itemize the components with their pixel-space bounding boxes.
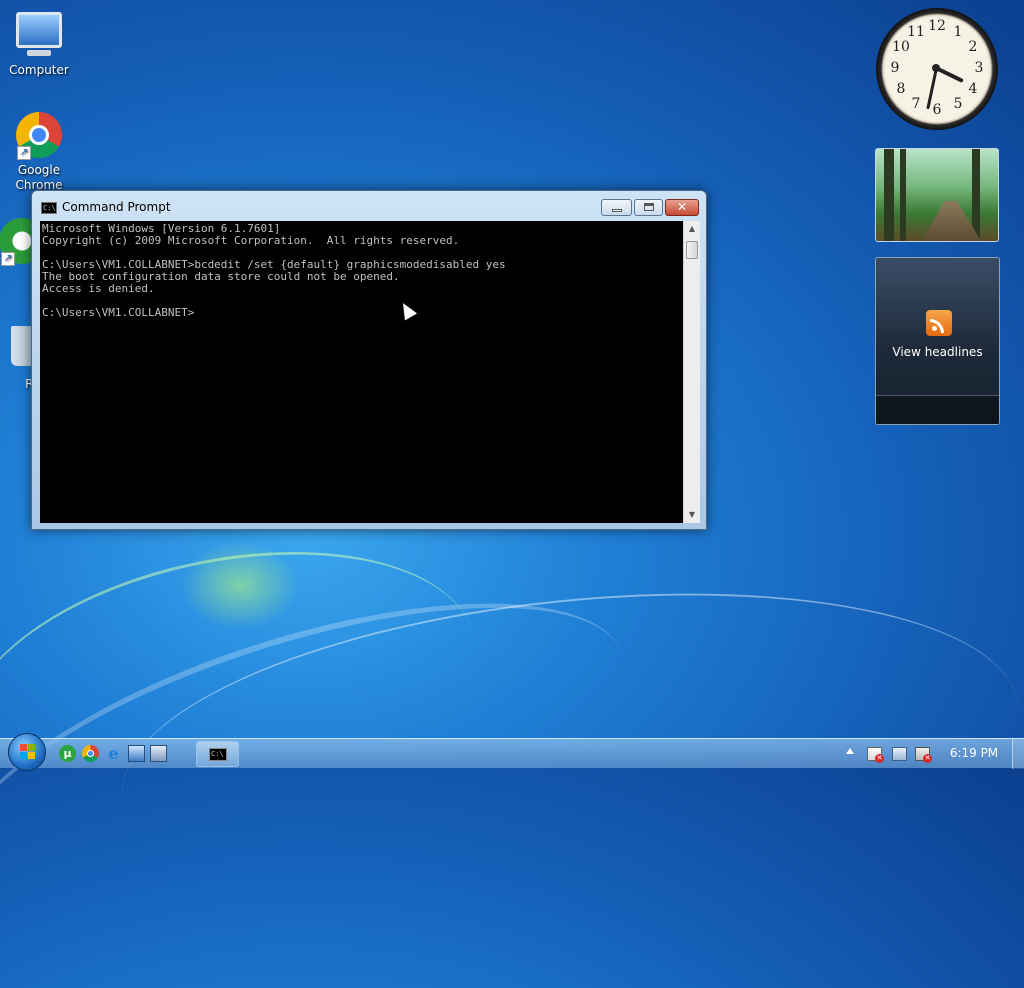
volume-icon[interactable]: ✕ bbox=[915, 747, 932, 763]
feed-headlines-gadget[interactable]: View headlines bbox=[875, 257, 1000, 425]
cmd-icon: C:\ bbox=[41, 202, 57, 214]
scroll-down-icon[interactable]: ▼ bbox=[684, 507, 700, 523]
utorrent-icon[interactable]: µ bbox=[59, 745, 76, 762]
rss-icon bbox=[926, 310, 952, 336]
vertical-scrollbar[interactable]: ▲ ▼ bbox=[683, 221, 700, 523]
desktop-icon-google-chrome[interactable]: ↗ Google Chrome bbox=[4, 112, 74, 193]
minimize-icon bbox=[612, 209, 622, 212]
forest-image bbox=[972, 149, 980, 241]
minimize-button[interactable] bbox=[601, 199, 632, 216]
clock-numeral: 10 bbox=[892, 39, 910, 55]
clock-numeral: 9 bbox=[890, 60, 900, 76]
desktop-icon-label: Computer bbox=[9, 63, 69, 77]
slideshow-gadget[interactable] bbox=[875, 148, 999, 242]
show-hidden-icons-icon[interactable] bbox=[846, 748, 854, 754]
cmd-icon: C:\ bbox=[209, 748, 227, 761]
remote-desktop-icon[interactable] bbox=[150, 745, 167, 762]
clock-numeral: 11 bbox=[907, 24, 925, 40]
gadget-footer bbox=[876, 395, 999, 424]
computer-icon bbox=[15, 12, 63, 60]
start-button[interactable] bbox=[8, 733, 46, 771]
clock-numeral: 8 bbox=[896, 81, 906, 97]
scroll-up-icon[interactable]: ▲ bbox=[684, 221, 700, 237]
forest-image bbox=[884, 149, 894, 241]
window-title: Command Prompt bbox=[62, 200, 171, 214]
close-icon: ✕ bbox=[676, 200, 688, 214]
maximize-icon bbox=[644, 203, 654, 211]
windows-explorer-icon[interactable] bbox=[128, 745, 145, 762]
clock-numeral: 7 bbox=[911, 96, 921, 112]
clock-gadget[interactable]: 12 1 2 3 4 5 6 7 8 9 10 11 bbox=[876, 8, 998, 130]
forest-image bbox=[900, 149, 906, 241]
chrome-icon: ↗ bbox=[15, 112, 63, 160]
clock-numeral: 12 bbox=[928, 18, 946, 34]
clock-numeral: 3 bbox=[974, 60, 984, 76]
window-titlebar[interactable]: C:\ Command Prompt ✕ bbox=[32, 191, 706, 221]
clock-numeral: 1 bbox=[953, 24, 963, 40]
network-icon[interactable] bbox=[892, 747, 907, 761]
close-button[interactable]: ✕ bbox=[665, 199, 699, 216]
action-center-icon[interactable]: ✕ bbox=[867, 747, 884, 763]
view-headlines-link[interactable]: View headlines bbox=[876, 345, 999, 359]
shortcut-arrow-icon: ↗ bbox=[17, 146, 31, 160]
chrome-icon[interactable] bbox=[82, 745, 99, 762]
command-prompt-window[interactable]: C:\ Command Prompt ✕ Microsoft Windows [… bbox=[31, 190, 707, 530]
wallpaper-glow bbox=[180, 540, 300, 630]
clock-numeral: 2 bbox=[968, 39, 978, 55]
taskbar-clock[interactable]: 6:19 PM bbox=[944, 746, 1004, 760]
maximize-button[interactable] bbox=[634, 199, 663, 216]
clock-numeral: 4 bbox=[968, 81, 978, 97]
internet-explorer-icon[interactable]: e bbox=[105, 745, 122, 762]
taskbar-item-command-prompt[interactable]: C:\ bbox=[196, 741, 239, 767]
shortcut-arrow-icon: ↗ bbox=[1, 252, 15, 266]
desktop-icon-label: Google Chrome bbox=[15, 163, 63, 192]
console-area[interactable]: Microsoft Windows [Version 6.1.7601] Cop… bbox=[40, 221, 700, 523]
console-output[interactable]: Microsoft Windows [Version 6.1.7601] Cop… bbox=[40, 221, 681, 523]
desktop-icon-computer[interactable]: Computer bbox=[4, 8, 74, 77]
taskbar: µ e C:\ ✕ ✕ 6:19 PM bbox=[0, 733, 1024, 771]
clock-numeral: 5 bbox=[953, 96, 963, 112]
windows-logo-icon bbox=[20, 744, 36, 760]
scrollbar-thumb[interactable] bbox=[686, 241, 698, 259]
show-desktop-button[interactable] bbox=[1012, 739, 1024, 769]
clock-center bbox=[932, 64, 940, 72]
